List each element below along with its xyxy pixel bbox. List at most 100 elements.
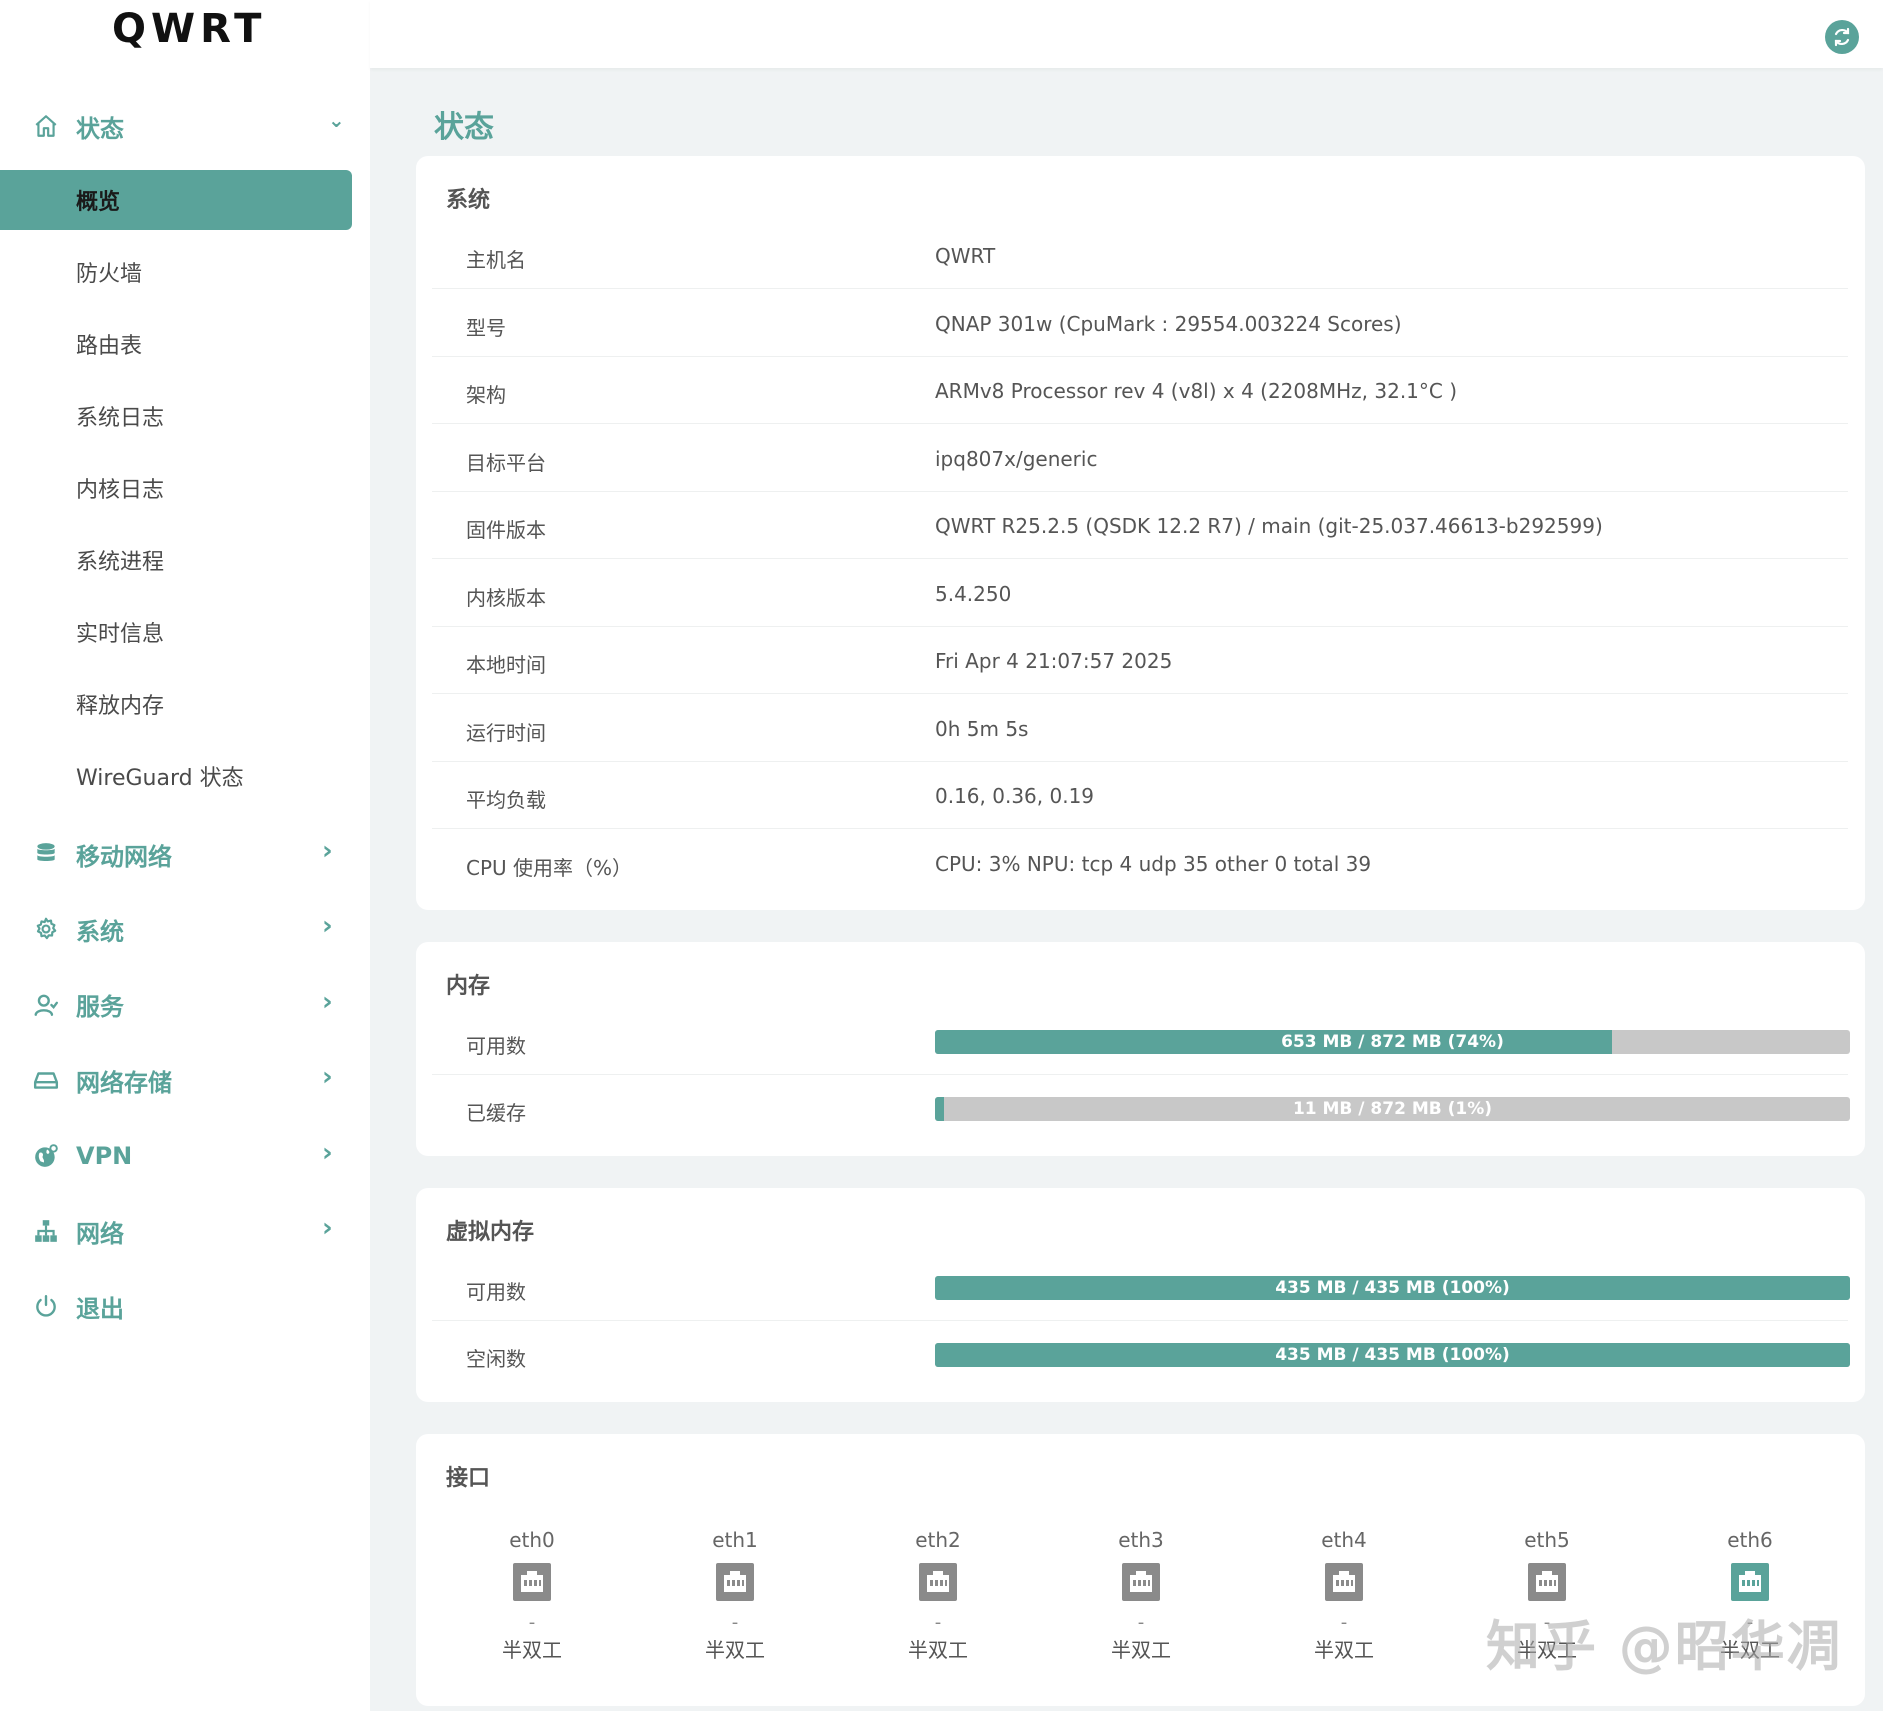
sidebar-subitem-label: 系统进程: [76, 550, 165, 575]
row-value: QWRT R25.2.5 (QSDK 12.2 R7) / main (git-…: [935, 514, 1603, 538]
ethernet-port-icon: [715, 1562, 755, 1602]
swap-card-title: 虚拟内存: [446, 1220, 535, 1245]
chevron-right-icon: ›: [322, 986, 333, 1017]
progress-bar-label: 435 MB / 435 MB (100%): [1275, 1345, 1510, 1365]
interface-item[interactable]: eth2 - 半双工: [858, 1524, 1018, 1664]
row-key: 平均负载: [466, 788, 546, 812]
app-logo[interactable]: QWRT: [112, 6, 266, 52]
nav-group[interactable]: 移动网络 ›: [0, 826, 370, 882]
sidebar-subitem[interactable]: 实时信息: [0, 602, 352, 662]
sidebar: QWRT 状态 ⌄ 概览防火墙路由表系统日志内核日志系统进程实时信息释放内存 Wi…: [0, 0, 370, 1711]
progress-bar: 435 MB / 435 MB (100%): [935, 1343, 1850, 1367]
progress-bar-label: 653 MB / 872 MB (74%): [1281, 1032, 1504, 1052]
progress-bar: 11 MB / 872 MB (1%): [935, 1097, 1850, 1121]
nav-group[interactable]: 网络存储 ›: [0, 1052, 370, 1108]
row-value: ipq807x/generic: [935, 446, 1098, 471]
table-row: 目标平台 ipq807x/generic: [432, 425, 1848, 492]
ethernet-port-icon: [1324, 1562, 1364, 1602]
sidebar-subitem[interactable]: 内核日志: [0, 458, 352, 518]
ethernet-port-icon: [1121, 1562, 1161, 1602]
sidebar-subitem[interactable]: WireGuard 状态: [0, 746, 352, 806]
nav-logout[interactable]: 退出: [0, 1278, 370, 1334]
nav-group-label: 网络存储: [76, 1068, 172, 1097]
ethernet-port-icon: [918, 1562, 958, 1602]
row-value: QNAP 301w (CpuMark : 29554.003224 Scores…: [935, 311, 1402, 336]
interface-item[interactable]: eth0 - 半双工: [452, 1524, 612, 1664]
interface-item[interactable]: eth1 - 半双工: [655, 1524, 815, 1664]
interface-name: eth5: [1524, 1528, 1570, 1552]
nav-group[interactable]: VPN ›: [0, 1128, 370, 1184]
user-icon: [32, 991, 60, 1019]
sidebar-subitem[interactable]: 路由表: [0, 314, 352, 374]
sidebar-subitem[interactable]: 系统日志: [0, 386, 352, 446]
interface-name: eth0: [509, 1528, 555, 1552]
ethernet-port-icon: [512, 1562, 552, 1602]
refresh-icon[interactable]: [1825, 20, 1859, 54]
interfaces-card-title: 接口: [446, 1466, 491, 1491]
row-key: 固件版本: [466, 518, 546, 542]
interface-duplex: 半双工: [1111, 1638, 1171, 1662]
row-value: 0.16, 0.36, 0.19: [935, 784, 1095, 808]
progress-bar-label: 11 MB / 872 MB (1%): [1292, 1099, 1493, 1119]
chevron-right-icon: ›: [322, 1213, 333, 1243]
chevron-down-icon: ⌄: [328, 108, 345, 132]
gear-icon: [32, 915, 60, 943]
nav-group[interactable]: 网络 ›: [0, 1203, 370, 1259]
interface-item[interactable]: eth4 - 半双工: [1264, 1524, 1424, 1664]
swap-card: 虚拟内存 可用数 435 MB / 435 MB (100%) 空闲数 435 MB …: [416, 1188, 1865, 1402]
nav-group[interactable]: 服务 ›: [0, 977, 370, 1033]
interface-speed: -: [528, 1612, 536, 1633]
nav-group[interactable]: 系统 ›: [0, 901, 370, 957]
page-title: 状态: [434, 110, 494, 145]
ethernet-port-icon: [1730, 1562, 1770, 1602]
table-row: 本地时间 Fri Apr 4 21:07:57 2025: [432, 627, 1848, 694]
hard-drive-icon: [32, 1066, 60, 1094]
table-row: 架构 ARMv8 Processor rev 4 (v8l) x 4 (2208M…: [432, 357, 1848, 424]
nav-group-status[interactable]: 状态 ⌄: [0, 98, 370, 154]
sidebar-subitem-label: 内核日志: [76, 478, 165, 503]
table-row: 平均负载 0.16, 0.36, 0.19: [432, 762, 1848, 829]
sidebar-subitem[interactable]: 释放内存: [0, 674, 352, 734]
sidebar-subitem-label: 实时信息: [76, 622, 165, 647]
sidebar-subitem[interactable]: 概览: [0, 170, 352, 230]
interface-speed: -: [731, 1612, 739, 1633]
sidebar-subitem-label: 路由表: [76, 334, 143, 359]
row-value: 0h 5m 5s: [935, 716, 1029, 741]
watermark: 知乎 @昭华凋: [1486, 1615, 1843, 1678]
sidebar-subitem-label: 系统日志: [76, 406, 165, 431]
progress-bar: 435 MB / 435 MB (100%): [935, 1276, 1850, 1300]
sidebar-subitem-label: WireGuard 状态: [76, 766, 244, 791]
nav-group-label: 服务: [76, 993, 124, 1022]
interface-duplex: 半双工: [502, 1638, 562, 1662]
sidebar-subitem[interactable]: 防火墙: [0, 242, 352, 302]
row-key: 可用数: [466, 1034, 526, 1058]
interface-speed: -: [1137, 1612, 1145, 1633]
home-icon: [32, 112, 60, 140]
sidebar-subitem[interactable]: 系统进程: [0, 530, 352, 590]
row-value: 5.4.250: [935, 581, 1012, 606]
table-row: 已缓存 11 MB / 872 MB (1%): [432, 1075, 1850, 1142]
row-value: Fri Apr 4 21:07:57 2025: [935, 649, 1173, 673]
row-value: CPU: 3% NPU: tcp 4 udp 35 other 0 total …: [935, 851, 1372, 876]
table-row: 运行时间 0h 5m 5s: [432, 695, 1848, 762]
top-bar: [370, 0, 1883, 68]
interface-name: eth1: [712, 1528, 758, 1552]
chevron-right-icon: ›: [322, 1062, 333, 1093]
interface-speed: -: [1340, 1612, 1348, 1633]
interface-name: eth2: [915, 1528, 961, 1552]
nav-logout-label: 退出: [76, 1294, 124, 1323]
memory-card-title: 内存: [446, 974, 491, 999]
row-key: 空闲数: [466, 1347, 526, 1371]
nav-group-label: 状态: [76, 114, 124, 143]
row-key: 运行时间: [466, 720, 546, 745]
interface-item[interactable]: eth3 - 半双工: [1061, 1524, 1221, 1664]
table-row: 可用数 653 MB / 872 MB (74%): [432, 1008, 1850, 1075]
chevron-right-icon: ›: [322, 911, 333, 942]
row-key: 内核版本: [466, 585, 546, 610]
table-row: 空闲数 435 MB / 435 MB (100%): [432, 1321, 1850, 1388]
sidebar-subitem-label: 释放内存: [76, 694, 165, 719]
interface-name: eth3: [1118, 1528, 1164, 1552]
memory-card: 内存 可用数 653 MB / 872 MB (74%) 已缓存 11 MB / 87…: [416, 942, 1865, 1156]
row-value: ARMv8 Processor rev 4 (v8l) x 4 (2208MHz…: [935, 379, 1458, 403]
database-icon: [32, 840, 60, 868]
